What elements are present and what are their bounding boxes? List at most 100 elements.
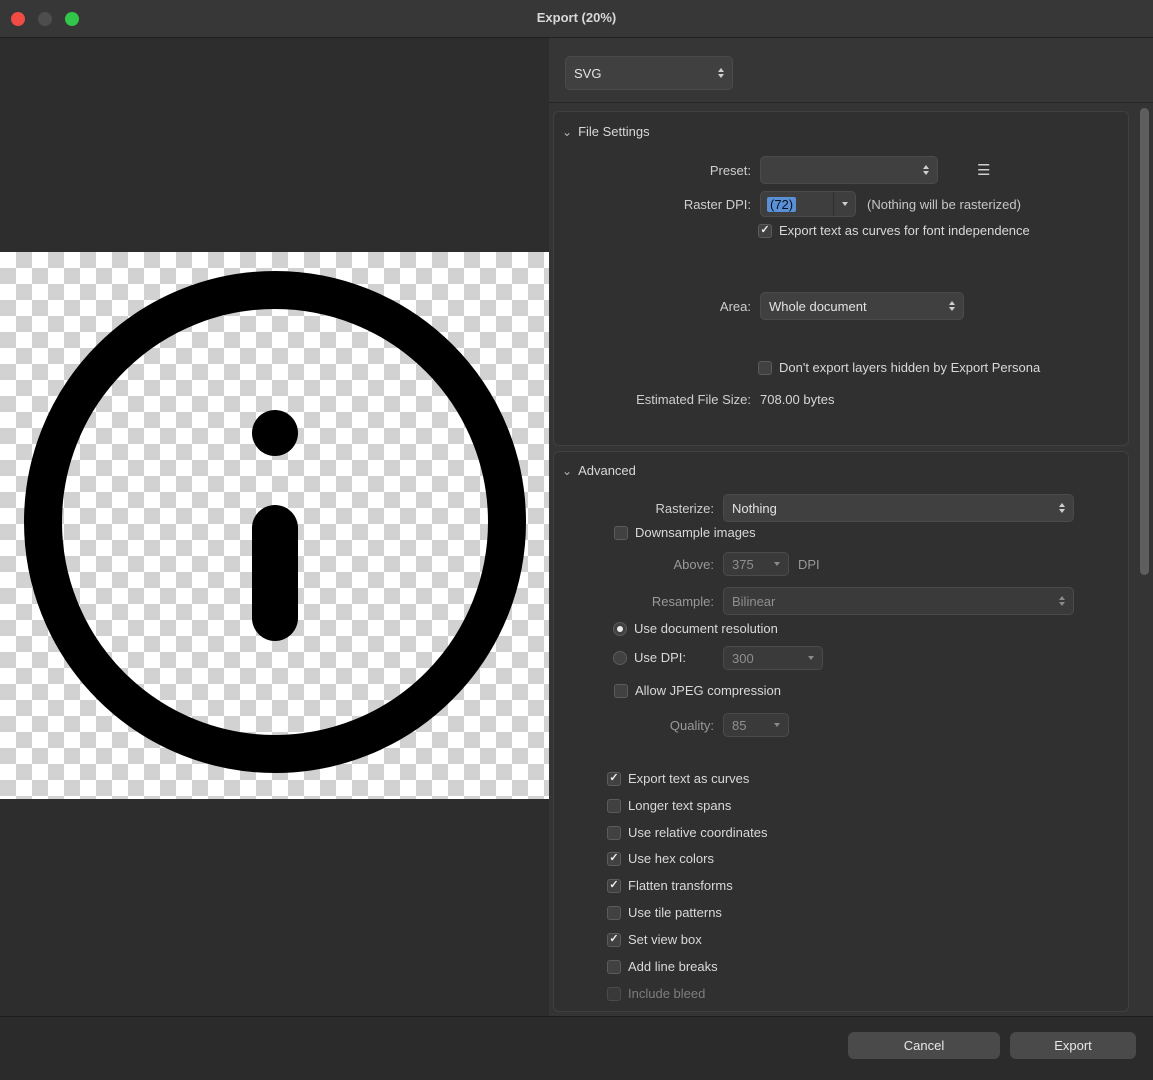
disclosure-chevron-icon: ⌄: [562, 465, 572, 477]
document-preview: [0, 38, 549, 1016]
export-curves-checkbox-row[interactable]: ✓ Export text as curves for font indepen…: [758, 223, 1030, 238]
raster-dpi-input[interactable]: (72): [761, 192, 833, 216]
advanced-title: Advanced: [578, 463, 636, 478]
option-label: Use hex colors: [628, 851, 714, 866]
quality-dropdown-value: 85: [732, 718, 768, 733]
scrollbar-thumb[interactable]: [1140, 108, 1149, 575]
option-use-hex-colors[interactable]: ✓ Use hex colors: [607, 851, 714, 866]
option-label: Use tile patterns: [628, 905, 722, 920]
checkbox-unchecked-icon[interactable]: [614, 684, 628, 698]
rasterize-label: Rasterize:: [564, 501, 714, 516]
checkbox-disabled-icon: [607, 987, 621, 1001]
raster-dpi-combo[interactable]: (72): [760, 191, 856, 217]
rasterize-dropdown[interactable]: Nothing: [723, 494, 1074, 522]
estimated-size-row: Estimated File Size: 708.00 bytes: [561, 390, 834, 408]
hidden-layers-checkbox-row[interactable]: Don't export layers hidden by Export Per…: [758, 360, 1040, 375]
checkbox-unchecked-icon[interactable]: [607, 799, 621, 813]
estimated-size-label: Estimated File Size:: [561, 392, 751, 407]
chevron-down-icon[interactable]: [833, 192, 855, 216]
chevron-updown-icon: [718, 68, 724, 78]
rasterize-row: Rasterize: Nothing: [564, 494, 1074, 522]
quality-dropdown[interactable]: 85: [723, 713, 789, 737]
checkmark-icon: ✓: [609, 773, 618, 784]
file-settings-card: ⌄ File Settings Preset: ☰ Raster DPI: (7…: [553, 111, 1129, 446]
checkbox-checked-icon[interactable]: ✓: [607, 852, 621, 866]
resample-dropdown[interactable]: Bilinear: [723, 587, 1074, 615]
raster-dpi-selected-text: (72): [767, 197, 796, 212]
above-dropdown-value: 375: [732, 557, 768, 572]
preset-label: Preset:: [561, 163, 751, 178]
quality-label: Quality:: [564, 718, 714, 733]
downsample-checkbox-row[interactable]: Downsample images: [614, 525, 756, 540]
disclosure-chevron-icon: ⌄: [562, 126, 572, 138]
checkmark-icon: ✓: [609, 880, 618, 891]
preset-dropdown[interactable]: [760, 156, 938, 184]
checkbox-checked-icon[interactable]: ✓: [758, 224, 772, 238]
option-set-view-box[interactable]: ✓ Set view box: [607, 932, 702, 947]
chevron-down-icon: [808, 656, 814, 660]
resample-dropdown-value: Bilinear: [732, 594, 1053, 609]
option-export-text-as-curves[interactable]: ✓ Export text as curves: [607, 771, 749, 786]
export-button[interactable]: Export: [1010, 1032, 1136, 1059]
option-label: Include bleed: [628, 986, 705, 1001]
checkbox-unchecked-icon[interactable]: [758, 361, 772, 375]
option-label: Flatten transforms: [628, 878, 733, 893]
checkbox-unchecked-icon[interactable]: [607, 960, 621, 974]
raster-dpi-label: Raster DPI:: [561, 197, 751, 212]
option-flatten-transforms[interactable]: ✓ Flatten transforms: [607, 878, 733, 893]
jpeg-compression-checkbox-row[interactable]: Allow JPEG compression: [614, 683, 781, 698]
estimated-size-value: 708.00 bytes: [760, 392, 834, 407]
chevron-down-icon: [774, 562, 780, 566]
cancel-button[interactable]: Cancel: [848, 1032, 1000, 1059]
checkbox-checked-icon[interactable]: ✓: [607, 772, 621, 786]
option-label: Use relative coordinates: [628, 825, 767, 840]
preset-menu-icon[interactable]: ☰: [977, 163, 990, 178]
chevron-down-icon: [774, 723, 780, 727]
checkmark-icon: ✓: [609, 934, 618, 945]
quality-row: Quality: 85: [564, 713, 789, 737]
downsample-label: Downsample images: [635, 525, 756, 540]
info-icon-artwork: [0, 252, 549, 799]
advanced-card: ⌄ Advanced Rasterize: Nothing Downsample…: [553, 451, 1129, 1012]
area-dropdown[interactable]: Whole document: [760, 292, 964, 320]
format-dropdown-value: SVG: [574, 66, 712, 81]
rasterize-dropdown-value: Nothing: [732, 501, 1053, 516]
format-dropdown[interactable]: SVG: [565, 56, 733, 90]
radio-selected-icon[interactable]: [613, 622, 627, 636]
window-title: Export (20%): [0, 10, 1153, 25]
checkbox-unchecked-icon[interactable]: [614, 526, 628, 540]
advanced-header[interactable]: ⌄ Advanced: [562, 463, 636, 478]
radio-unselected-icon[interactable]: [613, 651, 627, 665]
checkbox-checked-icon[interactable]: ✓: [607, 933, 621, 947]
hidden-layers-label: Don't export layers hidden by Export Per…: [779, 360, 1040, 375]
checkbox-checked-icon[interactable]: ✓: [607, 879, 621, 893]
jpeg-compression-label: Allow JPEG compression: [635, 683, 781, 698]
option-use-tile-patterns[interactable]: Use tile patterns: [607, 905, 722, 920]
area-label: Area:: [561, 299, 751, 314]
file-settings-header[interactable]: ⌄ File Settings: [562, 124, 650, 139]
option-label: Set view box: [628, 932, 702, 947]
export-curves-label: Export text as curves for font independe…: [779, 223, 1030, 238]
option-longer-text-spans[interactable]: Longer text spans: [607, 798, 731, 813]
above-row: Above: 375 DPI: [564, 552, 820, 576]
option-use-relative-coordinates[interactable]: Use relative coordinates: [607, 825, 767, 840]
export-dialog: Export (20%) SVG ⌄ File Settings Preset:: [0, 0, 1153, 1080]
option-label: Longer text spans: [628, 798, 731, 813]
use-dpi-radio-row[interactable]: Use DPI:: [613, 650, 686, 665]
option-add-line-breaks[interactable]: Add line breaks: [607, 959, 718, 974]
checkbox-unchecked-icon[interactable]: [607, 826, 621, 840]
above-unit: DPI: [798, 557, 820, 572]
above-label: Above:: [564, 557, 714, 572]
above-dropdown[interactable]: 375: [723, 552, 789, 576]
use-document-resolution-radio-row[interactable]: Use document resolution: [613, 621, 778, 636]
use-document-resolution-label: Use document resolution: [634, 621, 778, 636]
file-settings-title: File Settings: [578, 124, 650, 139]
use-dpi-dropdown-value: 300: [732, 651, 802, 666]
raster-dpi-row: Raster DPI: (72) (Nothing will be raster…: [561, 191, 1021, 217]
dialog-footer: Cancel Export: [0, 1016, 1153, 1080]
checkbox-unchecked-icon[interactable]: [607, 906, 621, 920]
raster-dpi-note: (Nothing will be rasterized): [867, 197, 1021, 212]
area-dropdown-value: Whole document: [769, 299, 943, 314]
use-dpi-dropdown[interactable]: 300: [723, 646, 823, 670]
resample-row: Resample: Bilinear: [564, 587, 1074, 615]
